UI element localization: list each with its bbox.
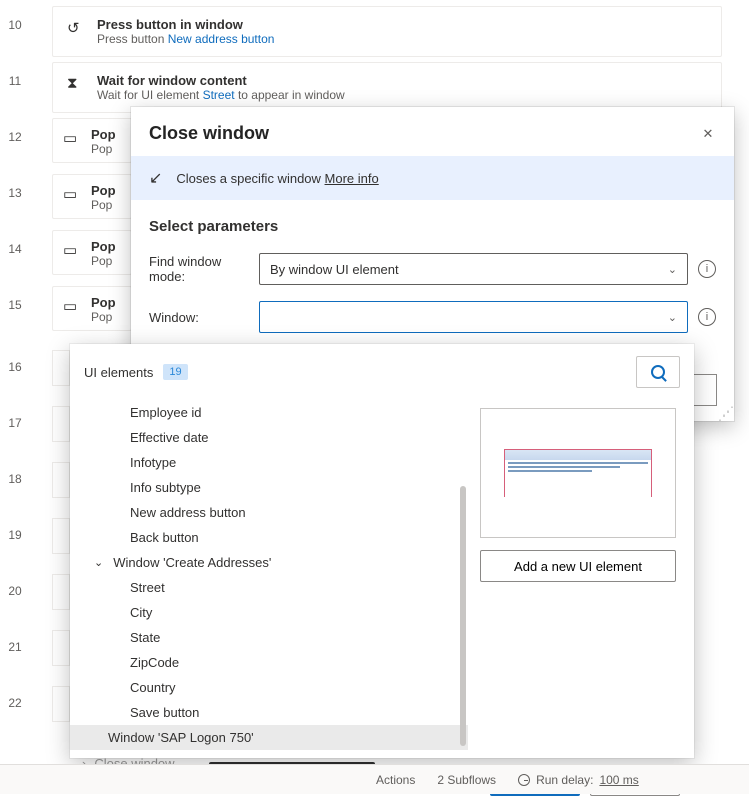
step-number: 18 xyxy=(0,472,30,486)
tree-item[interactable]: Infotype xyxy=(70,450,468,475)
populate-icon: ▭ xyxy=(63,183,81,203)
step-card-stub[interactable] xyxy=(52,462,70,498)
count-badge: 19 xyxy=(163,364,187,380)
step-number: 20 xyxy=(0,584,30,598)
step-card-stub[interactable] xyxy=(52,518,70,554)
chevron-down-icon: ⌄ xyxy=(668,311,677,324)
step-subtitle: Wait for UI element Street to appear in … xyxy=(97,88,345,102)
step-card-stub[interactable] xyxy=(52,574,70,610)
tree-item[interactable]: Street xyxy=(70,575,468,600)
step-card-stub[interactable] xyxy=(52,350,70,386)
stub-title: Pop xyxy=(91,295,116,310)
tree-parent[interactable]: ⌄ Window 'Create Addresses' xyxy=(70,550,468,575)
step-number: 17 xyxy=(0,416,30,430)
more-info-link[interactable]: More info xyxy=(325,171,379,186)
status-actions[interactable]: Actions xyxy=(376,773,415,787)
step-number: 15 xyxy=(0,298,30,312)
clock-icon xyxy=(518,774,530,786)
info-icon[interactable]: i xyxy=(698,308,716,326)
step-card-stub[interactable]: ▭ PopPop xyxy=(52,118,132,163)
find-mode-label: Find window mode: xyxy=(149,254,259,284)
dialog-title: Close window xyxy=(149,123,269,144)
step-number: 16 xyxy=(0,360,30,374)
window-select[interactable]: ⌄ xyxy=(259,301,688,333)
step-number: 21 xyxy=(0,640,30,654)
cursor-icon: ↺ xyxy=(67,17,85,37)
chevron-down-icon: ⌄ xyxy=(94,556,103,569)
run-delay-label: Run delay: xyxy=(536,773,593,787)
tree-item[interactable]: Back button xyxy=(70,525,468,550)
stub-title: Pop xyxy=(91,127,116,142)
add-ui-element-button[interactable]: Add a new UI element xyxy=(480,550,676,582)
info-text: Closes a specific window xyxy=(176,171,324,186)
tree-item[interactable]: State xyxy=(70,625,468,650)
step-card-stub[interactable]: ▭ PopPop xyxy=(52,230,132,275)
close-icon[interactable]: ✕ xyxy=(700,126,716,142)
step-number: 10 xyxy=(0,6,30,32)
resize-grip-icon[interactable]: ⋰ xyxy=(722,408,734,414)
step-card[interactable]: ↺ Press button in window Press button Ne… xyxy=(52,6,722,57)
status-bar: Actions 2 Subflows Run delay: 100 ms xyxy=(0,764,749,794)
step-subtitle: Press button New address button xyxy=(97,32,274,46)
tree-item[interactable]: ZipCode xyxy=(70,650,468,675)
step-card-stub[interactable] xyxy=(52,686,70,722)
tree-item[interactable]: New address button xyxy=(70,500,468,525)
stub-sub: Pop xyxy=(91,198,116,212)
select-value: By window UI element xyxy=(270,262,399,277)
populate-icon: ▭ xyxy=(63,295,81,315)
populate-icon: ▭ xyxy=(63,239,81,259)
hourglass-icon: ⧗ xyxy=(67,73,85,92)
search-button[interactable] xyxy=(636,356,680,388)
step-card[interactable]: ⧗ Wait for window content Wait for UI el… xyxy=(52,62,722,113)
stub-sub: Pop xyxy=(91,142,116,156)
arrow-down-left-icon: ↙ xyxy=(149,168,162,188)
stub-title: Pop xyxy=(91,183,116,198)
tree-item[interactable]: Save button xyxy=(70,700,468,725)
scrollbar[interactable] xyxy=(460,486,466,746)
window-thumbnail xyxy=(504,449,652,497)
step-card-stub[interactable]: ▭ PopPop xyxy=(52,286,132,331)
tree-item[interactable]: City xyxy=(70,600,468,625)
step-number: 11 xyxy=(0,62,30,88)
window-label: Window: xyxy=(149,310,259,325)
step-title: Wait for window content xyxy=(97,73,345,88)
step-link[interactable]: Street xyxy=(203,88,235,102)
ui-elements-dropdown: UI elements 19 Employee id Effective dat… xyxy=(70,344,694,758)
tree-item-selected[interactable]: Window 'SAP Logon 750' xyxy=(70,725,468,750)
stub-sub: Pop xyxy=(91,310,116,324)
params-heading: Select parameters xyxy=(149,218,716,235)
ui-elements-label: UI elements xyxy=(84,365,153,380)
step-link[interactable]: New address button xyxy=(168,32,275,46)
stub-sub: Pop xyxy=(91,254,116,268)
status-subflows[interactable]: 2 Subflows xyxy=(437,773,496,787)
tree-item[interactable]: Effective date xyxy=(70,425,468,450)
step-card-stub[interactable] xyxy=(52,406,70,442)
step-title: Press button in window xyxy=(97,17,274,32)
info-icon[interactable]: i xyxy=(698,260,716,278)
tree-label: Window 'Create Addresses' xyxy=(113,555,271,570)
step-number: 22 xyxy=(0,696,30,710)
step-card-stub[interactable]: ▭ PopPop xyxy=(52,174,132,219)
populate-icon: ▭ xyxy=(63,127,81,147)
tree-item[interactable]: Country xyxy=(70,675,468,700)
preview-box xyxy=(480,408,676,538)
info-strip: ↙ Closes a specific window More info xyxy=(131,156,734,200)
find-mode-select[interactable]: By window UI element ⌄ xyxy=(259,253,688,285)
tree-item[interactable]: Info subtype xyxy=(70,475,468,500)
ui-elements-tree: Employee id Effective date Infotype Info… xyxy=(70,400,468,750)
chevron-down-icon: ⌄ xyxy=(668,263,677,276)
tree-item[interactable]: Employee id xyxy=(70,400,468,425)
search-icon xyxy=(651,365,665,379)
step-number: 19 xyxy=(0,528,30,542)
step-number: 12 xyxy=(0,130,30,144)
step-card-stub[interactable] xyxy=(52,630,70,666)
run-delay-value[interactable]: 100 ms xyxy=(599,773,638,787)
step-number: 14 xyxy=(0,242,30,256)
stub-title: Pop xyxy=(91,239,116,254)
step-number: 13 xyxy=(0,186,30,200)
